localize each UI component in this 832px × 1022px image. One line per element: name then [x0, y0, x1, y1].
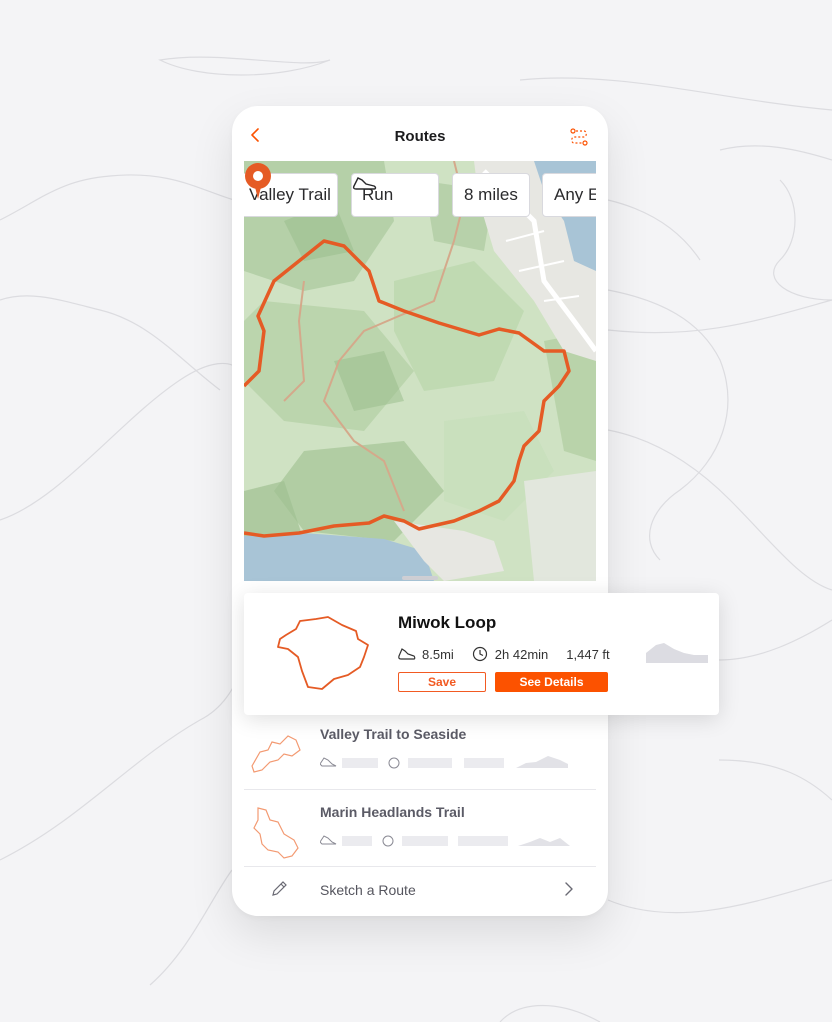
filter-chip-distance[interactable]: 8 miles	[452, 173, 530, 217]
map-canvas	[244, 161, 596, 581]
see-details-button[interactable]: See Details	[495, 672, 608, 692]
sketch-label: Sketch a Route	[320, 882, 416, 898]
elevation-value: 1,447 ft	[566, 646, 610, 662]
route-title: Miwok Loop	[398, 613, 497, 632]
map-view[interactable]: Valley Trail Run 8 miles Any E	[244, 161, 596, 581]
clock-icon	[472, 646, 487, 662]
sketch-route-row[interactable]: Sketch a Route	[244, 868, 596, 912]
location-pin-icon[interactable]	[244, 161, 276, 205]
stats-placeholder	[320, 756, 568, 769]
filter-label: 8 miles	[464, 185, 518, 204]
route-list-item[interactable]: Marin Headlands Trail	[244, 794, 596, 870]
filter-chip-activity[interactable]: Run	[351, 173, 439, 217]
route-title: Valley Trail to Seaside	[320, 726, 467, 742]
sheet-handle[interactable]	[402, 576, 438, 580]
save-button[interactable]: Save	[398, 672, 486, 692]
distance-value: 8.5mi	[422, 646, 454, 662]
phone-screen: Routes Valley Trail Run 8 miles Any E Va…	[232, 106, 608, 916]
list-divider	[244, 866, 596, 867]
route-icon[interactable]	[568, 126, 590, 148]
route-shape-icon	[277, 616, 369, 690]
time-value: 2h 42min	[494, 646, 549, 662]
chevron-right-icon	[565, 882, 573, 896]
filter-chip-elevation[interactable]: Any E	[542, 173, 596, 217]
elevation-profile	[646, 643, 708, 663]
selected-route-card[interactable]: Miwok Loop 8.5mi 2h 42min 1,447 ft Save …	[244, 593, 719, 715]
pencil-icon	[272, 881, 287, 896]
route-shape-icon	[253, 807, 299, 859]
filter-label: Any E	[554, 185, 596, 204]
route-title: Marin Headlands Trail	[320, 804, 465, 820]
shoe-icon	[398, 648, 416, 660]
nav-bar: Routes	[232, 106, 608, 162]
route-list-item[interactable]: Valley Trail to Seaside	[244, 716, 596, 792]
route-stats: 8.5mi 2h 42min 1,447 ft	[398, 645, 610, 663]
route-shape-icon	[251, 735, 301, 773]
shoe-icon	[352, 177, 377, 190]
page-title: Routes	[394, 128, 446, 145]
list-divider	[244, 789, 596, 790]
stats-placeholder	[320, 835, 570, 847]
